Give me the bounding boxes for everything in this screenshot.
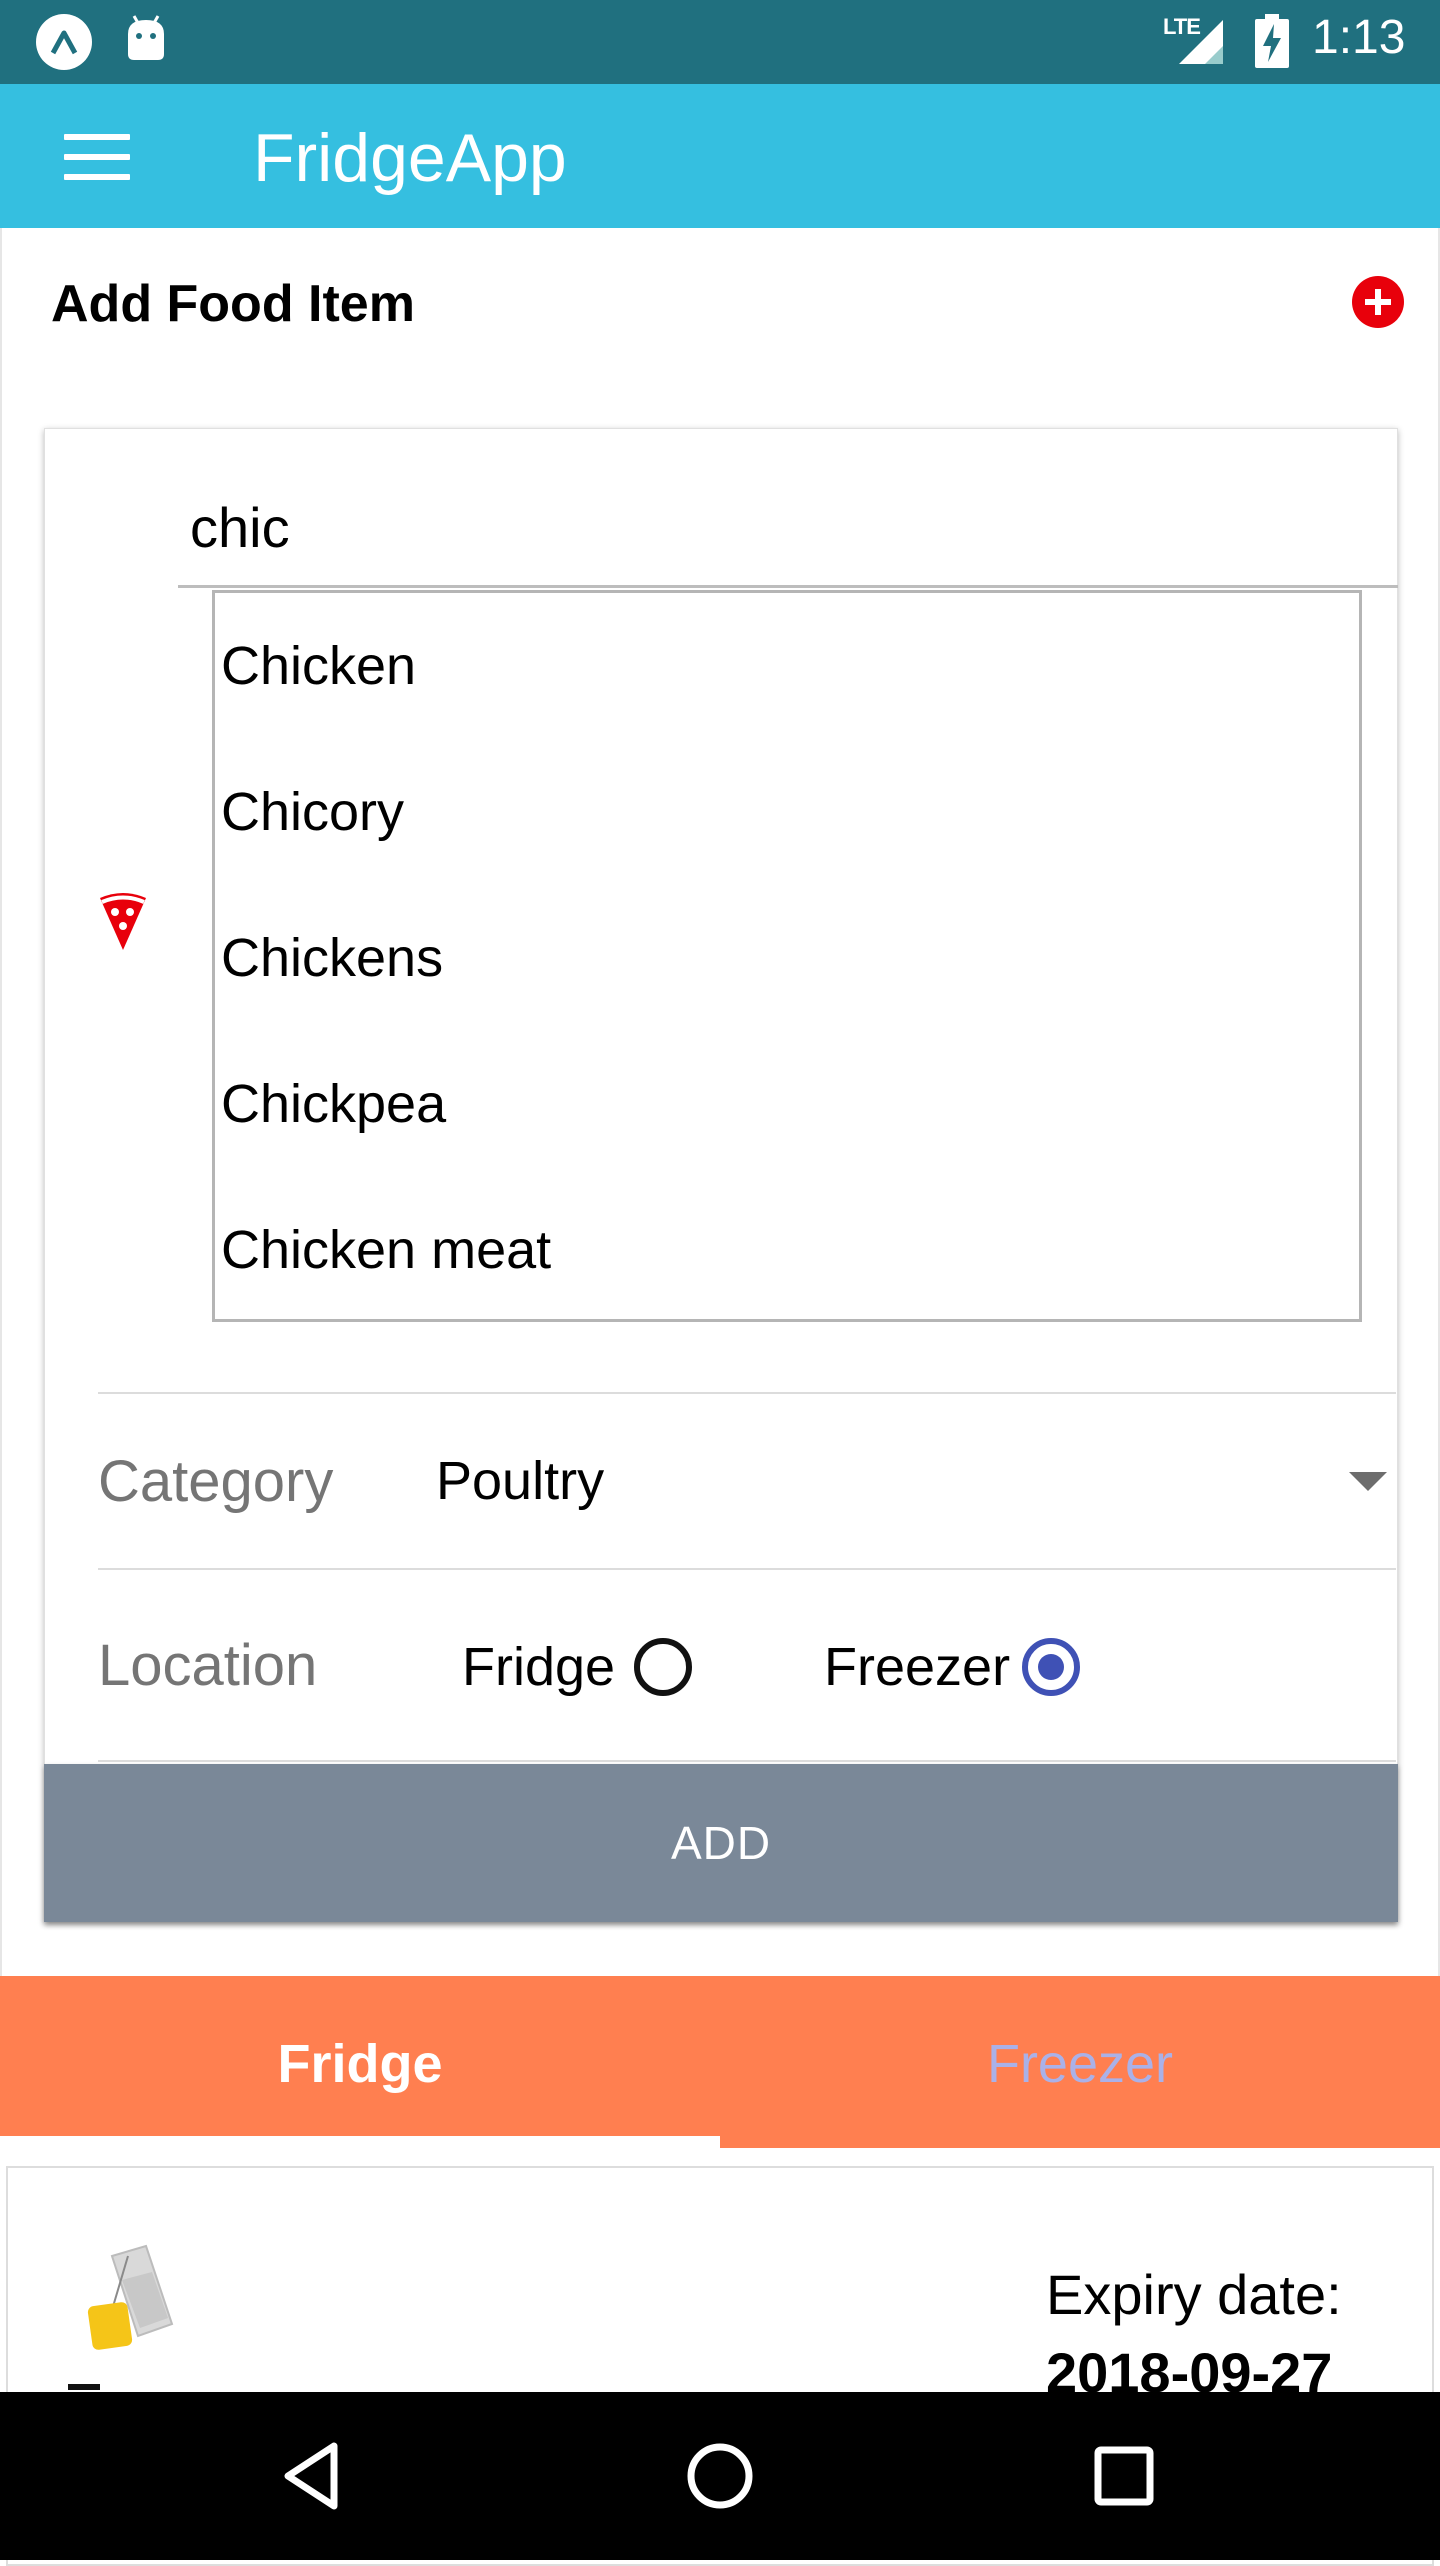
back-icon[interactable] [276,2436,356,2516]
expiry-label: Expiry date: [1046,2263,1342,2326]
suggestion-item[interactable]: Chicken meat [221,1177,1351,1323]
signal-icon [1175,16,1225,71]
item-name-fragment [68,2384,100,2390]
location-label: Location [98,1633,318,1698]
autocomplete-list: Chicken Chicory Chickens Chickpea Chicke… [212,590,1362,1322]
radio-freezer-label[interactable]: Freezer [824,1636,1010,1698]
suggestion-item[interactable]: Chickens [221,885,1351,1031]
radio-freezer[interactable] [1022,1638,1080,1696]
radio-fridge[interactable] [634,1638,692,1696]
android-icon [124,14,168,62]
home-icon[interactable] [680,2436,760,2516]
hamburger-menu-icon[interactable] [64,134,130,180]
app-bar [0,84,1440,228]
food-name-input[interactable] [178,470,1398,588]
category-select[interactable]: Poultry [436,1450,1396,1520]
add-button[interactable]: ADD [44,1764,1398,1922]
tea-bag-icon [82,2240,178,2365]
divider [98,1568,1396,1570]
app-a-icon [36,14,92,70]
tab-freezer[interactable]: Freezer [720,1976,1440,2148]
tab-fridge[interactable]: Fridge [0,1976,720,2148]
suggestion-item[interactable]: Chickpea [221,1031,1351,1177]
category-label: Category [98,1449,334,1514]
add-circle-icon[interactable] [1352,276,1404,328]
clock: 1:13 [1312,11,1406,64]
chevron-down-icon[interactable] [1349,1472,1387,1491]
recents-icon[interactable] [1084,2436,1164,2516]
divider [98,1760,1396,1762]
radio-fridge-label[interactable]: Fridge [462,1636,615,1698]
section-title: Add Food Item [51,275,415,333]
pizza-icon [96,888,150,957]
suggestion-item[interactable]: Chicken [221,593,1351,739]
battery-charging-icon [1255,14,1289,73]
divider [98,1392,1396,1394]
suggestion-item[interactable]: Chicory [221,739,1351,885]
app-title: FridgeApp [253,120,567,196]
active-tab-indicator [0,2136,720,2148]
